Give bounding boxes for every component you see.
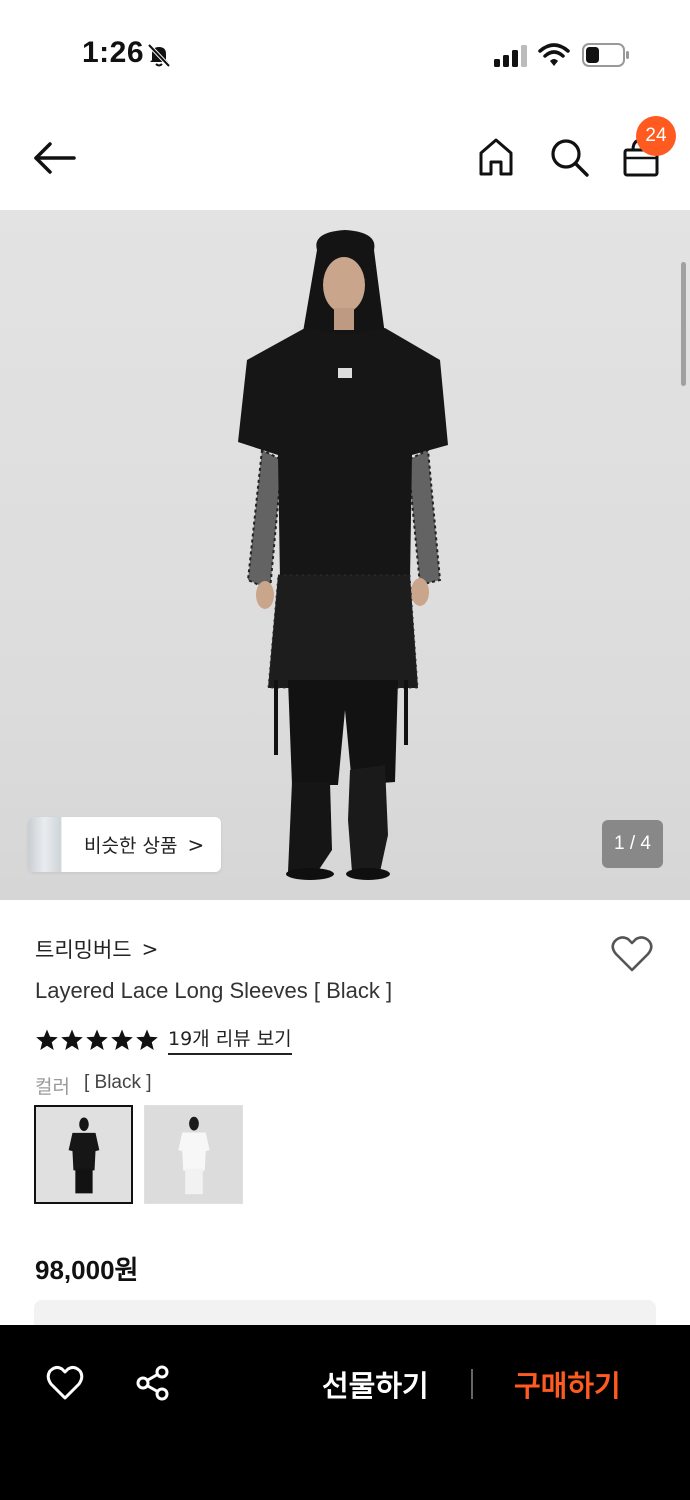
chevron-right-icon: > [187,832,205,857]
image-scrollbar[interactable] [681,262,686,386]
color-row: 컬러 [ Black ] [35,1072,152,1099]
top-nav [0,100,690,210]
swatch-white-image [145,1106,242,1203]
swatch-black-image [36,1107,131,1202]
product-price: 98,000원 [35,1255,139,1285]
review-link[interactable]: 19개 리뷰 보기 [168,1024,292,1055]
similar-products-button[interactable]: 비슷한 상품 > [28,817,221,872]
back-arrow-icon[interactable] [30,138,78,178]
buy-button[interactable]: 구매하기 [514,1363,621,1405]
color-value: [ Black ] [83,1072,152,1093]
heart-icon[interactable] [610,934,654,974]
bell-off-icon [147,43,171,68]
star-icon [36,1029,58,1050]
star-icon [61,1029,83,1050]
battery-icon [582,43,629,67]
search-icon[interactable] [548,136,590,178]
color-label: 컬러 [35,1076,70,1098]
gift-button[interactable]: 선물하기 [322,1363,429,1405]
star-icon [86,1029,108,1050]
similar-product-thumbnail [28,817,62,872]
divider [471,1369,473,1399]
status-time: 1:26 [82,36,145,69]
star-icon [111,1029,133,1050]
bottom-action-bar: 선물하기 구매하기 [0,1325,690,1500]
brand-link[interactable]: 트리밍버드 > [35,934,158,964]
brand-name: 트리밍버드 [35,938,132,962]
star-rating [35,1028,160,1052]
product-photo [238,230,448,880]
wifi-icon [538,43,570,66]
chevron-right-icon: > [141,937,159,961]
status-bar: 1:26 [0,0,690,100]
color-swatch-white[interactable] [144,1105,243,1204]
cart-count-badge: 24 [636,116,676,156]
share-icon[interactable] [135,1365,171,1401]
product-image-carousel[interactable]: 비슷한 상품 > 1 / 4 [0,210,690,900]
image-page-indicator: 1 / 4 [602,820,663,868]
heart-icon[interactable] [46,1365,84,1401]
star-icon [136,1029,158,1050]
rating-row: 19개 리뷰 보기 [35,1024,292,1055]
color-swatch-black[interactable] [34,1105,133,1204]
similar-products-label: 비슷한 상품 [84,835,178,857]
home-icon[interactable] [476,136,516,178]
product-name: Layered Lace Long Sleeves [ Black ] [35,978,393,1003]
signal-icon [494,45,527,67]
